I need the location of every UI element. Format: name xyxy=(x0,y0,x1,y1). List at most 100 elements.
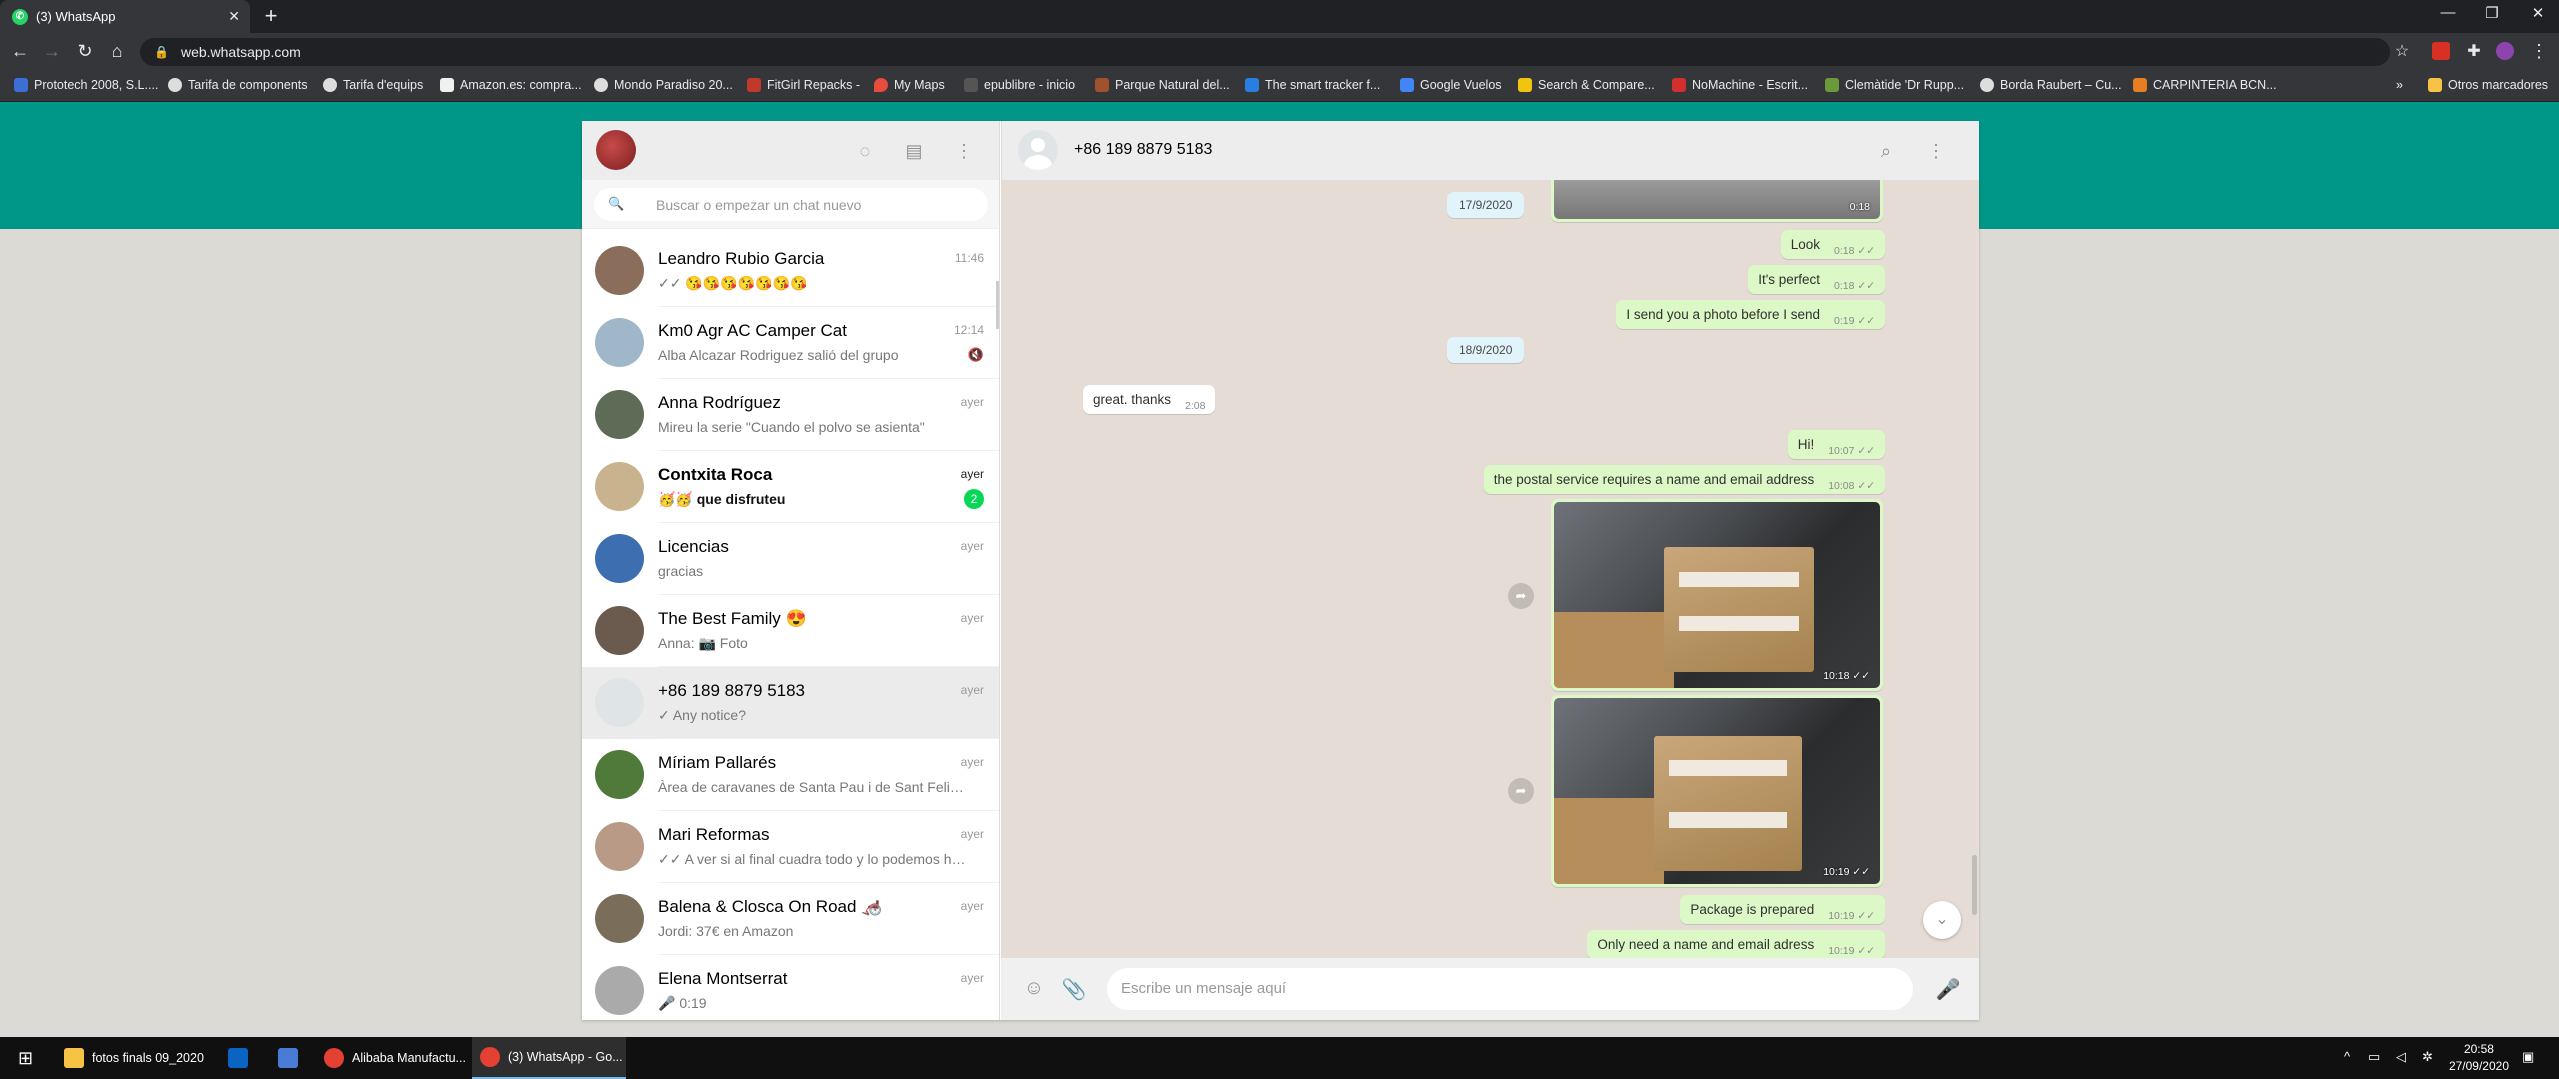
date-separator: 17/9/2020 xyxy=(1447,192,1525,218)
incoming-message[interactable]: great. thanks 2:08 xyxy=(1083,385,1216,414)
outgoing-message[interactable]: I send you a photo before I send 0:19 ✓✓ xyxy=(1616,300,1885,329)
conversation-header[interactable]: +86 189 8879 5183 ⌕ ⋮ xyxy=(1001,121,1979,180)
chat-list-item[interactable]: Mari Reformas ayer ✓✓ A ver si al final cu… xyxy=(582,811,999,883)
photo-message[interactable]: 10:19 ✓✓ xyxy=(1551,695,1883,887)
minimize-window-button[interactable]: — xyxy=(2433,4,2463,21)
mail-extension-icon[interactable] xyxy=(2432,42,2450,60)
bookmark-item[interactable]: Tarifa de components xyxy=(168,78,308,92)
message-area: 0:18 17/9/2020 Look 0:18 ✓✓ It's perfect 0… xyxy=(1001,180,1979,958)
conversation-scrollbar[interactable] xyxy=(1972,855,1977,915)
reload-icon[interactable]: ↻ xyxy=(73,41,97,62)
restore-window-button[interactable]: ❐ xyxy=(2477,4,2507,22)
home-icon[interactable]: ⌂ xyxy=(105,41,129,62)
menu-icon[interactable]: ⋮ xyxy=(952,139,976,163)
browser-tab-whatsapp[interactable]: ✆ (3) WhatsApp ✕ xyxy=(0,0,250,33)
address-bar[interactable]: 🔒 web.whatsapp.com xyxy=(140,38,2390,66)
outgoing-message[interactable]: Look 0:18 ✓✓ xyxy=(1780,230,1885,259)
taskbar-item-active[interactable]: (3) WhatsApp - Go... xyxy=(472,1037,626,1079)
chat-avatar xyxy=(595,894,644,943)
browser-menu-icon[interactable]: ⋮ xyxy=(2527,41,2551,62)
search-messages-icon[interactable]: ⌕ xyxy=(1874,139,1898,163)
forward-arrow-icon[interactable]: → xyxy=(40,41,64,62)
outgoing-message[interactable]: It's perfect 0:18 ✓✓ xyxy=(1748,265,1885,294)
bookmark-item[interactable]: CARPINTERIA BCN... xyxy=(2133,78,2277,92)
forward-icon[interactable]: ➦ xyxy=(1508,778,1534,804)
outgoing-message[interactable]: Only need a name and email adress 10:19 ✓… xyxy=(1587,930,1885,958)
chat-list-item[interactable]: Km0 Agr AC Camper Cat 12:14 Alba Alcazar R… xyxy=(582,307,999,379)
extensions-puzzle-icon[interactable]: ✚ xyxy=(2462,41,2486,61)
bookmark-item[interactable]: My Maps xyxy=(874,78,945,92)
volume-icon[interactable]: ◁ xyxy=(2396,1049,2406,1065)
close-window-button[interactable]: ✕ xyxy=(2523,4,2553,22)
profile-avatar-icon[interactable] xyxy=(2496,42,2514,60)
bookmark-star-icon[interactable]: ☆ xyxy=(2390,41,2414,61)
chat-list-item[interactable]: Leandro Rubio Garcia 11:46 ✓✓ 😘😘😘😘😘😘😘 xyxy=(582,235,999,307)
close-tab-icon[interactable]: ✕ xyxy=(228,8,240,25)
status-icon[interactable]: ◌ xyxy=(853,139,877,163)
outgoing-message[interactable]: Package is prepared 10:19 ✓✓ xyxy=(1680,895,1885,924)
forward-icon[interactable]: ➦ xyxy=(1508,583,1534,609)
bookmark-item[interactable]: epublibre - inicio xyxy=(964,78,1075,92)
bookmark-item[interactable]: Google Vuelos xyxy=(1400,78,1502,92)
chat-avatar xyxy=(595,246,644,295)
bookmark-item[interactable]: The smart tracker f... xyxy=(1245,78,1380,92)
bookmark-item[interactable]: Borda Raubert – Cu... xyxy=(1980,78,2122,92)
system-clock[interactable]: 20:58 27/09/2020 xyxy=(2449,1041,2509,1075)
photo-message[interactable]: 10:18 ✓✓ xyxy=(1551,499,1883,691)
conversation-menu-icon[interactable]: ⋮ xyxy=(1924,139,1948,163)
search-input[interactable]: 🔍 Buscar o empezar un chat nuevo xyxy=(594,188,988,221)
chat-name: Míriam Pallarés xyxy=(658,753,777,772)
chat-list-item[interactable]: Míriam Pallarés ayer Àrea de caravanes de … xyxy=(582,739,999,811)
bookmark-item[interactable]: NoMachine - Escrit... xyxy=(1672,78,1808,92)
bookmark-item[interactable]: Prototech 2008, S.L.... xyxy=(14,78,158,92)
chat-list-item[interactable]: Balena & Closca On Road 🦽 ayer Jordi: 37€ … xyxy=(582,883,999,955)
contact-avatar[interactable] xyxy=(1018,130,1058,170)
my-profile-avatar[interactable] xyxy=(596,130,636,170)
taskbar-item[interactable]: Alibaba Manufactu... xyxy=(316,1037,466,1079)
outgoing-message[interactable]: the postal service requires a name and e… xyxy=(1483,465,1885,494)
attach-icon[interactable]: 📎 xyxy=(1061,977,1087,1002)
chat-time: ayer xyxy=(960,899,984,913)
tray-chevron-icon[interactable]: ^ xyxy=(2344,1049,2350,1064)
message-input[interactable]: Escribe un mensaje aquí xyxy=(1107,968,1913,1010)
emoji-icon[interactable]: ☺ xyxy=(1021,977,1047,1000)
chat-list-item[interactable]: +86 189 8879 5183 ayer ✓ Any notice? xyxy=(582,667,999,739)
chat-info: Balena & Closca On Road 🦽 ayer Jordi: 37€ … xyxy=(658,883,999,955)
chat-list-item[interactable]: Licencias ayer gracias xyxy=(582,523,999,595)
scroll-down-button[interactable]: ⌄ xyxy=(1923,901,1961,939)
chat-name: Balena & Closca On Road 🦽 xyxy=(658,897,883,916)
chat-list-item[interactable]: Contxita Roca ayer 🥳🥳 que disfruteu 2 xyxy=(582,451,999,523)
windows-start-icon[interactable]: ⊞ xyxy=(10,1037,33,1079)
chat-avatar xyxy=(595,750,644,799)
chat-list-item[interactable]: Elena Montserrat ayer 🎤 0:19 xyxy=(582,955,999,1020)
input-language-icon[interactable]: ✲ xyxy=(2422,1049,2433,1065)
bookmark-item[interactable]: Tarifa d'equips xyxy=(323,78,423,92)
new-tab-button[interactable]: + xyxy=(260,5,282,27)
new-chat-icon[interactable]: ▤ xyxy=(902,139,926,163)
bookmark-item[interactable]: Clemàtide 'Dr Rupp... xyxy=(1825,78,1964,92)
whatsapp-app: ◌ ▤ ⋮ 🔍 Buscar o empezar un chat nuevo L… xyxy=(582,121,1979,1020)
network-icon[interactable]: ▭ xyxy=(2368,1049,2380,1065)
bookmark-item[interactable]: Amazon.es: compra... xyxy=(440,78,582,92)
bookmarks-overflow-icon[interactable]: » xyxy=(2396,78,2403,92)
bookmark-item[interactable]: FitGirl Repacks - xyxy=(747,78,860,92)
photo-time: 0:18 xyxy=(1849,201,1870,213)
bookmark-item[interactable]: Search & Compare... xyxy=(1518,78,1655,92)
back-arrow-icon[interactable]: ← xyxy=(8,41,32,62)
app-taskbar-icon[interactable] xyxy=(270,1037,306,1079)
contact-name[interactable]: +86 189 8879 5183 xyxy=(1074,141,1212,159)
taskbar-item[interactable]: fotos finals 09_2020 xyxy=(56,1037,204,1079)
notifications-icon[interactable]: ▣ xyxy=(2522,1049,2534,1065)
chat-name: Km0 Agr AC Camper Cat xyxy=(658,321,847,340)
chat-list-item[interactable]: Anna Rodríguez ayer Mireu la serie "Cuando… xyxy=(582,379,999,451)
sidebar-scrollbar[interactable] xyxy=(996,281,999,329)
other-bookmarks[interactable]: Otros marcadores xyxy=(2428,78,2548,92)
photo-message[interactable]: 0:18 xyxy=(1551,180,1883,222)
microphone-icon[interactable]: 🎤 xyxy=(1935,977,1961,1002)
chat-info: Míriam Pallarés ayer Àrea de caravanes de … xyxy=(658,739,999,811)
chat-list-item[interactable]: The Best Family 😍 ayer Anna: 📷 Foto xyxy=(582,595,999,667)
outlook-taskbar-icon[interactable] xyxy=(220,1037,256,1079)
bookmark-item[interactable]: Mondo Paradiso 20... xyxy=(594,78,733,92)
bookmark-item[interactable]: Parque Natural del... xyxy=(1095,78,1230,92)
outgoing-message[interactable]: Hi! 10:07 ✓✓ xyxy=(1787,430,1885,459)
